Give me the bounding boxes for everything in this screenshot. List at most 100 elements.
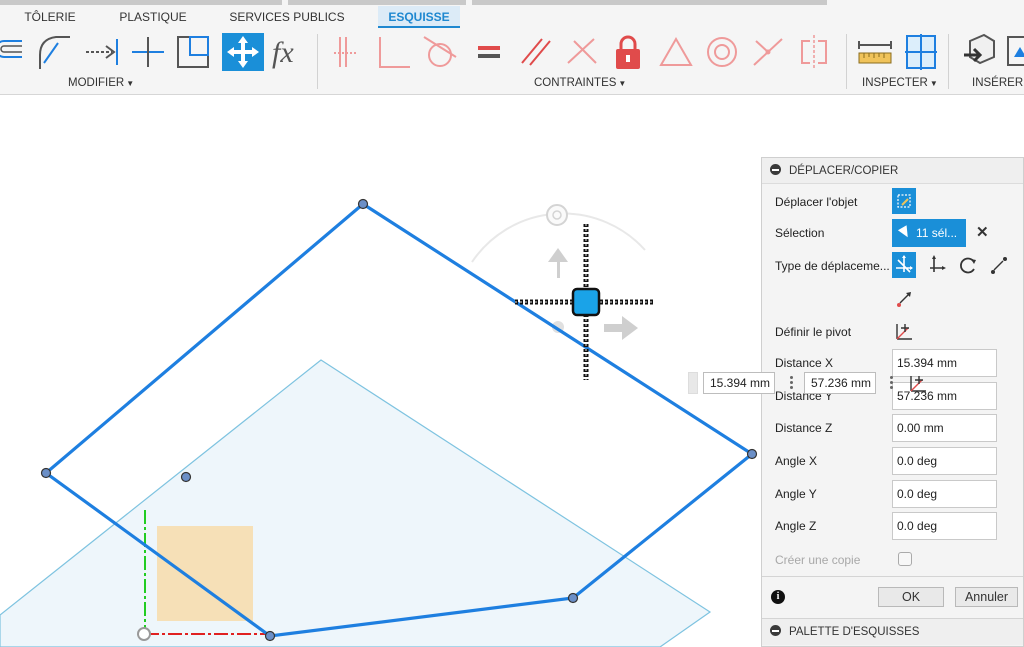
inline-pivot-icon[interactable] [906,370,930,396]
inline-distance-y-input[interactable] [804,372,876,394]
tab-plastic[interactable]: PLASTIQUE [110,6,196,28]
origin-point[interactable] [137,627,151,641]
angle-x-row: Angle X [762,447,1023,475]
collinear-constraint-icon[interactable] [564,33,600,71]
selection-label: Sélection [775,226,825,240]
coincident-constraint-icon[interactable] [330,33,366,71]
move-object-sketch-icon[interactable] [892,188,916,214]
toolbar-divider [846,34,847,89]
cursor-arrow-icon [897,225,913,240]
angle-x-input[interactable] [892,447,997,475]
point-to-point-icon[interactable] [987,252,1011,278]
rotate-icon[interactable] [956,252,980,278]
info-icon[interactable]: i [771,590,785,604]
sketch-vertex[interactable] [567,592,579,604]
create-copy-row: Créer une copie [762,546,1023,574]
section-analysis-icon[interactable] [902,33,940,71]
sketch-plane [0,359,712,647]
cancel-button[interactable]: Annuler [955,587,1018,607]
concentric-constraint-icon[interactable] [704,33,740,71]
angle-y-input[interactable] [892,480,997,508]
angle-z-input[interactable] [892,512,997,540]
inspecter-group-label[interactable]: INSPECTER ▼ [862,77,938,89]
midpoint-constraint-icon[interactable] [750,33,786,71]
contraintes-group-label[interactable]: CONTRAINTES ▼ [534,77,626,89]
fusion-sketch-window: TÔLERIE PLASTIQUE SERVICES PUBLICS ESQUI… [0,0,1024,647]
selection-button[interactable]: 11 sél... [892,219,966,247]
scale-tool-icon[interactable] [176,33,212,71]
angle-z-row: Angle Z [762,512,1023,540]
distance-z-row: Distance Z [762,414,1023,442]
move-copy-dialog: DÉPLACER/COPIER Déplacer l'objet Sélecti… [761,157,1024,647]
move-x-arrow-icon[interactable] [604,316,638,340]
sketch-vertex[interactable] [357,198,369,210]
move-object-label: Déplacer l'objet [775,195,858,209]
inline-distance-editor [688,372,938,396]
more-dots-icon[interactable] [890,376,894,390]
insert-derive-icon[interactable] [960,33,998,71]
symmetry-constraint-icon[interactable] [796,33,832,71]
dialog-header[interactable]: DÉPLACER/COPIER [762,158,1023,184]
toolbar: TÔLERIE PLASTIQUE SERVICES PUBLICS ESQUI… [0,0,1024,95]
svg-text:fx: fx [272,36,294,69]
sketch-palette-title: PALETTE D'ESQUISSES [789,626,920,638]
move-type-label: Type de déplaceme... [775,259,890,273]
collapse-icon[interactable] [770,625,781,636]
more-dots-icon[interactable] [790,376,794,390]
offset-tool-icon[interactable] [0,33,28,71]
clear-selection-close-icon[interactable]: ✕ [976,223,992,243]
ok-button[interactable]: OK [878,587,944,607]
dialog-divider [762,576,1023,577]
collapse-icon[interactable] [770,164,781,175]
move-copy-tool-icon[interactable] [222,33,264,71]
inserer-group-label[interactable]: INSÉRER▼ [972,77,1024,89]
sketch-vertex[interactable] [40,467,52,479]
modifier-group-label[interactable]: MODIFIER ▼ [68,77,134,89]
pivot-row: Définir le pivot [762,318,1023,346]
triangle-constraint-icon[interactable] [658,33,694,71]
selection-row: Sélection 11 sél... ✕ [762,219,1023,247]
move-object-row: Déplacer l'objet [762,188,1023,216]
angle-z-label: Angle Z [775,519,817,533]
drag-grip-handle[interactable] [688,372,698,394]
plane-midpoint[interactable] [180,471,192,483]
dialog-buttons-row: i OK Annuler [762,587,1023,609]
angle-y-label: Angle Y [775,487,817,501]
tangent-constraint-icon[interactable] [422,33,458,71]
create-copy-checkbox[interactable] [898,552,912,566]
toolbar-divider [317,34,318,89]
trim-tool-icon[interactable] [84,33,120,71]
free-move-icon[interactable] [892,252,916,278]
translate-icon[interactable] [924,252,948,278]
set-pivot-icon[interactable] [892,318,916,344]
measure-ruler-icon[interactable] [856,33,894,71]
selection-count: 11 sél... [916,226,958,240]
toolbar-divider [948,34,949,89]
tab-sketch[interactable]: ESQUISSE [378,6,460,28]
dialog-title: DÉPLACER/COPIER [789,165,899,177]
sketch-vertex[interactable] [746,448,758,460]
equal-constraint-icon[interactable] [470,33,506,71]
inline-distance-x-input[interactable] [703,372,775,394]
perpendicular-constraint-icon[interactable] [376,33,412,71]
parallel-constraint-icon[interactable] [518,33,554,71]
rotate-gizmo-handle[interactable] [546,204,568,226]
sketch-palette-header[interactable]: PALETTE D'ESQUISSES [762,619,1023,645]
tab-sheet-metal[interactable]: TÔLERIE [14,6,86,28]
fix-lock-icon[interactable] [610,33,646,71]
point-to-position-icon[interactable] [892,286,916,312]
sketch-vertex[interactable] [264,630,276,642]
insert-canvas-icon[interactable] [1004,33,1024,71]
gizmo-center-handle[interactable] [571,287,601,317]
distance-z-input[interactable] [892,414,997,442]
distance-z-label: Distance Z [775,421,833,435]
function-tool-icon[interactable]: fx [270,33,310,71]
break-tool-icon[interactable] [130,33,166,71]
tab-utilities[interactable]: SERVICES PUBLICS [222,6,352,28]
pivot-label: Définir le pivot [775,325,852,339]
fillet-tool-icon[interactable] [36,33,72,71]
tab-bar: TÔLERIE PLASTIQUE SERVICES PUBLICS ESQUI… [0,0,1024,28]
profile-face[interactable] [157,526,253,621]
angle-x-label: Angle X [775,454,818,468]
move-y-arrow-icon[interactable] [548,248,568,278]
